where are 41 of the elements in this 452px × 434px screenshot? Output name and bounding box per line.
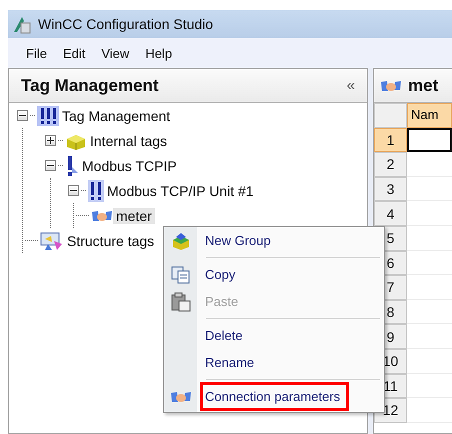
row-header[interactable]: 4 <box>374 201 407 226</box>
minus-icon <box>47 162 54 169</box>
menu-item[interactable]: View <box>95 44 136 62</box>
row-header[interactable]: 1 <box>374 128 407 152</box>
collapse-toggle[interactable] <box>68 185 79 196</box>
menu-item[interactable]: Edit <box>56 44 92 62</box>
collapse-toggle[interactable] <box>45 160 56 171</box>
tree-item[interactable]: Modbus TCPIP <box>79 158 180 174</box>
tree-item[interactable]: meter <box>113 208 155 224</box>
menu-item[interactable]: New Group <box>203 229 277 252</box>
tag-icon <box>37 106 59 126</box>
unit-icon <box>88 180 104 202</box>
tree-item[interactable]: Internal tags <box>87 132 170 148</box>
table-cell[interactable] <box>407 128 452 152</box>
plus-icon <box>47 137 54 144</box>
menu-item[interactable]: Copy <box>203 263 242 286</box>
menu-item[interactable]: Delete <box>203 324 249 347</box>
expand-toggle[interactable] <box>45 135 56 146</box>
menu-item[interactable]: Rename <box>203 351 260 374</box>
row-header[interactable]: 3 <box>374 176 407 202</box>
menu-item[interactable]: Connection parameters <box>203 385 346 408</box>
window-title: WinCC Configuration Studio <box>38 16 214 32</box>
panel-title: Tag Management <box>21 76 159 96</box>
tree-item[interactable]: Structure tags <box>64 232 158 248</box>
tree-item[interactable]: Modbus TCP/IP Unit #1 <box>104 182 257 198</box>
driver-icon <box>65 154 79 176</box>
clipboard-icon <box>170 292 190 312</box>
grid-corner <box>374 103 407 128</box>
copy-icon <box>170 266 190 284</box>
row-header[interactable]: 2 <box>374 152 407 177</box>
menu-item[interactable]: File <box>20 44 53 62</box>
tree-item[interactable]: Tag Management <box>59 108 174 124</box>
stack-icon <box>170 230 190 250</box>
menu-item[interactable]: Help <box>139 44 178 62</box>
panel-title: met <box>408 76 438 96</box>
collapse-toggle[interactable] <box>17 110 28 121</box>
column-header[interactable]: Nam <box>407 103 452 128</box>
minus-icon <box>70 187 77 194</box>
minus-icon <box>19 112 26 119</box>
structure-icon <box>40 230 64 250</box>
collapse-button[interactable]: « <box>344 77 357 94</box>
